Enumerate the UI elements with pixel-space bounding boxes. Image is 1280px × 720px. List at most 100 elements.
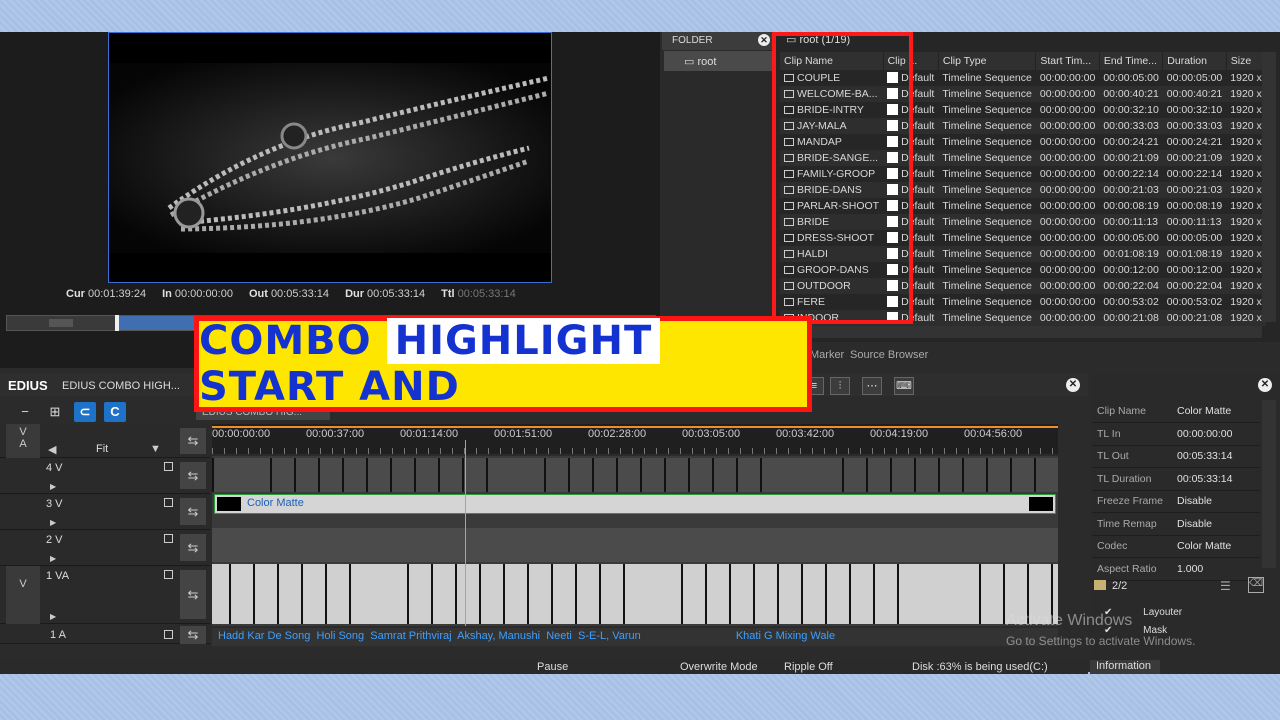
matte-label: Color Matte [247, 497, 304, 509]
tab-information[interactable]: Information [1090, 660, 1160, 674]
audio-clip[interactable]: Neeti [546, 630, 572, 642]
va-toggle[interactable]: VA [6, 424, 40, 458]
bin-cell: Timeline Sequence [938, 102, 1036, 118]
expand-icon[interactable]: ▶ [50, 518, 56, 527]
cur-label: Cur [66, 288, 85, 300]
snap-icon[interactable]: C [104, 402, 126, 422]
bin-cell: Timeline Sequence [938, 310, 1036, 326]
bin-cell-text: Timeline Sequence [942, 104, 1032, 116]
playhead[interactable] [465, 440, 466, 626]
clip-cut [390, 458, 392, 492]
ruler-marks [212, 448, 1058, 454]
clip-cut [431, 564, 433, 624]
sync-icon[interactable]: ⇆ [180, 534, 206, 561]
scrub-handle[interactable] [115, 315, 119, 331]
ruler-tick: 00:01:14:00 [400, 428, 459, 440]
speaker-icon[interactable] [164, 630, 173, 639]
info-value: 00:05:33:14 [1172, 445, 1260, 468]
audio-clip[interactable]: Khati G Mixing Wale [736, 630, 835, 642]
bin-cell: 00:00:40:21 [1162, 86, 1227, 102]
col-header[interactable]: Duration [1162, 52, 1227, 70]
track-4v-clips[interactable] [212, 458, 1058, 492]
zoom-level[interactable]: Fit [96, 443, 108, 455]
audio-clip[interactable]: Akshay, Manushi [457, 630, 540, 642]
sync-icon[interactable]: ⇆ [180, 570, 206, 619]
audio-clip[interactable]: S-E-L, Varun [578, 630, 641, 642]
list-icon[interactable]: ☰ [1220, 579, 1231, 593]
col-header[interactable]: Start Tim... [1035, 52, 1100, 70]
matte-edge [1029, 497, 1053, 511]
color-matte-clip[interactable]: Color Matte [214, 494, 1056, 514]
bin-cell-text: 00:00:00:00 [1039, 216, 1096, 228]
close-icon[interactable]: ✕ [1258, 378, 1272, 392]
equalizer-icon[interactable]: ⫶ [830, 377, 850, 395]
status-ripple[interactable]: Ripple Off [784, 661, 833, 673]
add-track-icon[interactable]: ⊞ [44, 402, 66, 422]
audio-clip[interactable]: Holi Song [316, 630, 364, 642]
audio-clip[interactable]: Hadd Kar De Song [218, 630, 310, 642]
monitor-icon[interactable] [164, 498, 173, 507]
bin-cell: 00:00:00:00 [1036, 294, 1099, 310]
bin-cell-text: 00:00:05:00 [1103, 72, 1159, 84]
bin-cell-text: 1920 x [1230, 248, 1262, 260]
tab-source-browser[interactable]: Source Browser [850, 349, 928, 361]
folder-root-item[interactable]: ▭ root [664, 51, 772, 71]
sync-icon[interactable]: ⇆ [180, 462, 206, 489]
col-header[interactable]: End Time... [1099, 52, 1164, 70]
keyboard-icon[interactable]: ⌨ [894, 377, 914, 395]
sync-icon[interactable]: ⇆ [180, 626, 206, 644]
expand-icon[interactable]: ▶ [50, 612, 56, 621]
bin-cell-text: 00:00:53:02 [1103, 296, 1159, 308]
track-area[interactable] [212, 456, 1058, 626]
bin-cell-text: 1920 x [1230, 296, 1262, 308]
timeline-ruler[interactable]: 00:00:00:00 00:00:37:00 00:01:14:00 00:0… [212, 424, 1058, 454]
info-value: Disable [1172, 512, 1260, 536]
status-overwrite[interactable]: Overwrite Mode [680, 661, 758, 673]
grid-icon[interactable]: ⋯ [862, 377, 882, 395]
chevron-down-icon[interactable]: ▼ [150, 443, 161, 455]
sync-icon[interactable]: ⇆ [180, 428, 206, 454]
col-header[interactable]: Size [1226, 52, 1267, 70]
track-2v-clips[interactable] [212, 528, 1058, 562]
close-icon[interactable]: ✕ [1066, 378, 1080, 392]
expand-icon[interactable]: ▶ [50, 554, 56, 563]
monitor-icon[interactable] [164, 534, 173, 543]
clip-cut [736, 458, 738, 492]
clip-cut [414, 458, 416, 492]
col-header[interactable]: Clip Type [938, 52, 1037, 70]
track-header-zoom: VA ◀ Fit ▼ ⇆ [0, 424, 210, 458]
bin-cell-text: 00:00:40:21 [1103, 88, 1159, 100]
audio-clip[interactable]: Samrat Prithviraj [370, 630, 451, 642]
info-key: TL In [1092, 422, 1172, 446]
clip-cut [253, 564, 255, 624]
bin-cell: Timeline Sequence [938, 294, 1036, 310]
bin-cell-text: 00:00:12:00 [1103, 264, 1159, 276]
expand-icon[interactable]: ▶ [50, 482, 56, 491]
minus-icon[interactable]: − [14, 402, 36, 422]
info-scrollbar[interactable] [1262, 400, 1276, 568]
bin-hscrollbar[interactable] [782, 326, 1262, 338]
close-icon[interactable]: ✕ [758, 34, 770, 46]
bin-cell-text: 1920 x [1230, 200, 1262, 212]
sync-icon[interactable]: ⇆ [180, 498, 206, 525]
clip-cut [551, 564, 553, 624]
monitor-icon[interactable] [164, 462, 173, 471]
audio-track-clips[interactable]: Hadd Kar De Song Holi Song Samrat Prithv… [212, 628, 1058, 646]
link-icon[interactable]: ⊂ [74, 402, 96, 422]
monitor-icon[interactable] [164, 570, 173, 579]
bin-cell: 1920 x [1226, 198, 1266, 214]
track-1va-clips[interactable] [212, 564, 1058, 624]
folder-root-label: root [697, 56, 717, 68]
delete-icon[interactable]: ⌫ [1248, 577, 1264, 593]
chevron-left-icon[interactable]: ◀ [48, 443, 56, 456]
bin-cell: 00:00:21:03 [1162, 182, 1227, 198]
bin-cell-text: 00:00:05:00 [1166, 232, 1223, 244]
va-toggle[interactable]: V [6, 566, 40, 624]
clip-cut [1034, 458, 1036, 492]
tab-marker[interactable]: Marker [810, 349, 844, 361]
info-value: Color Matte [1172, 535, 1260, 558]
bin-cell: 00:00:00:00 [1035, 246, 1100, 262]
bin-scrollbar[interactable] [1262, 52, 1276, 322]
status-bar: Pause Overwrite Mode Ripple Off Disk :63… [0, 660, 1088, 674]
info-row: TL In 00:00:00:00 [1092, 422, 1260, 446]
